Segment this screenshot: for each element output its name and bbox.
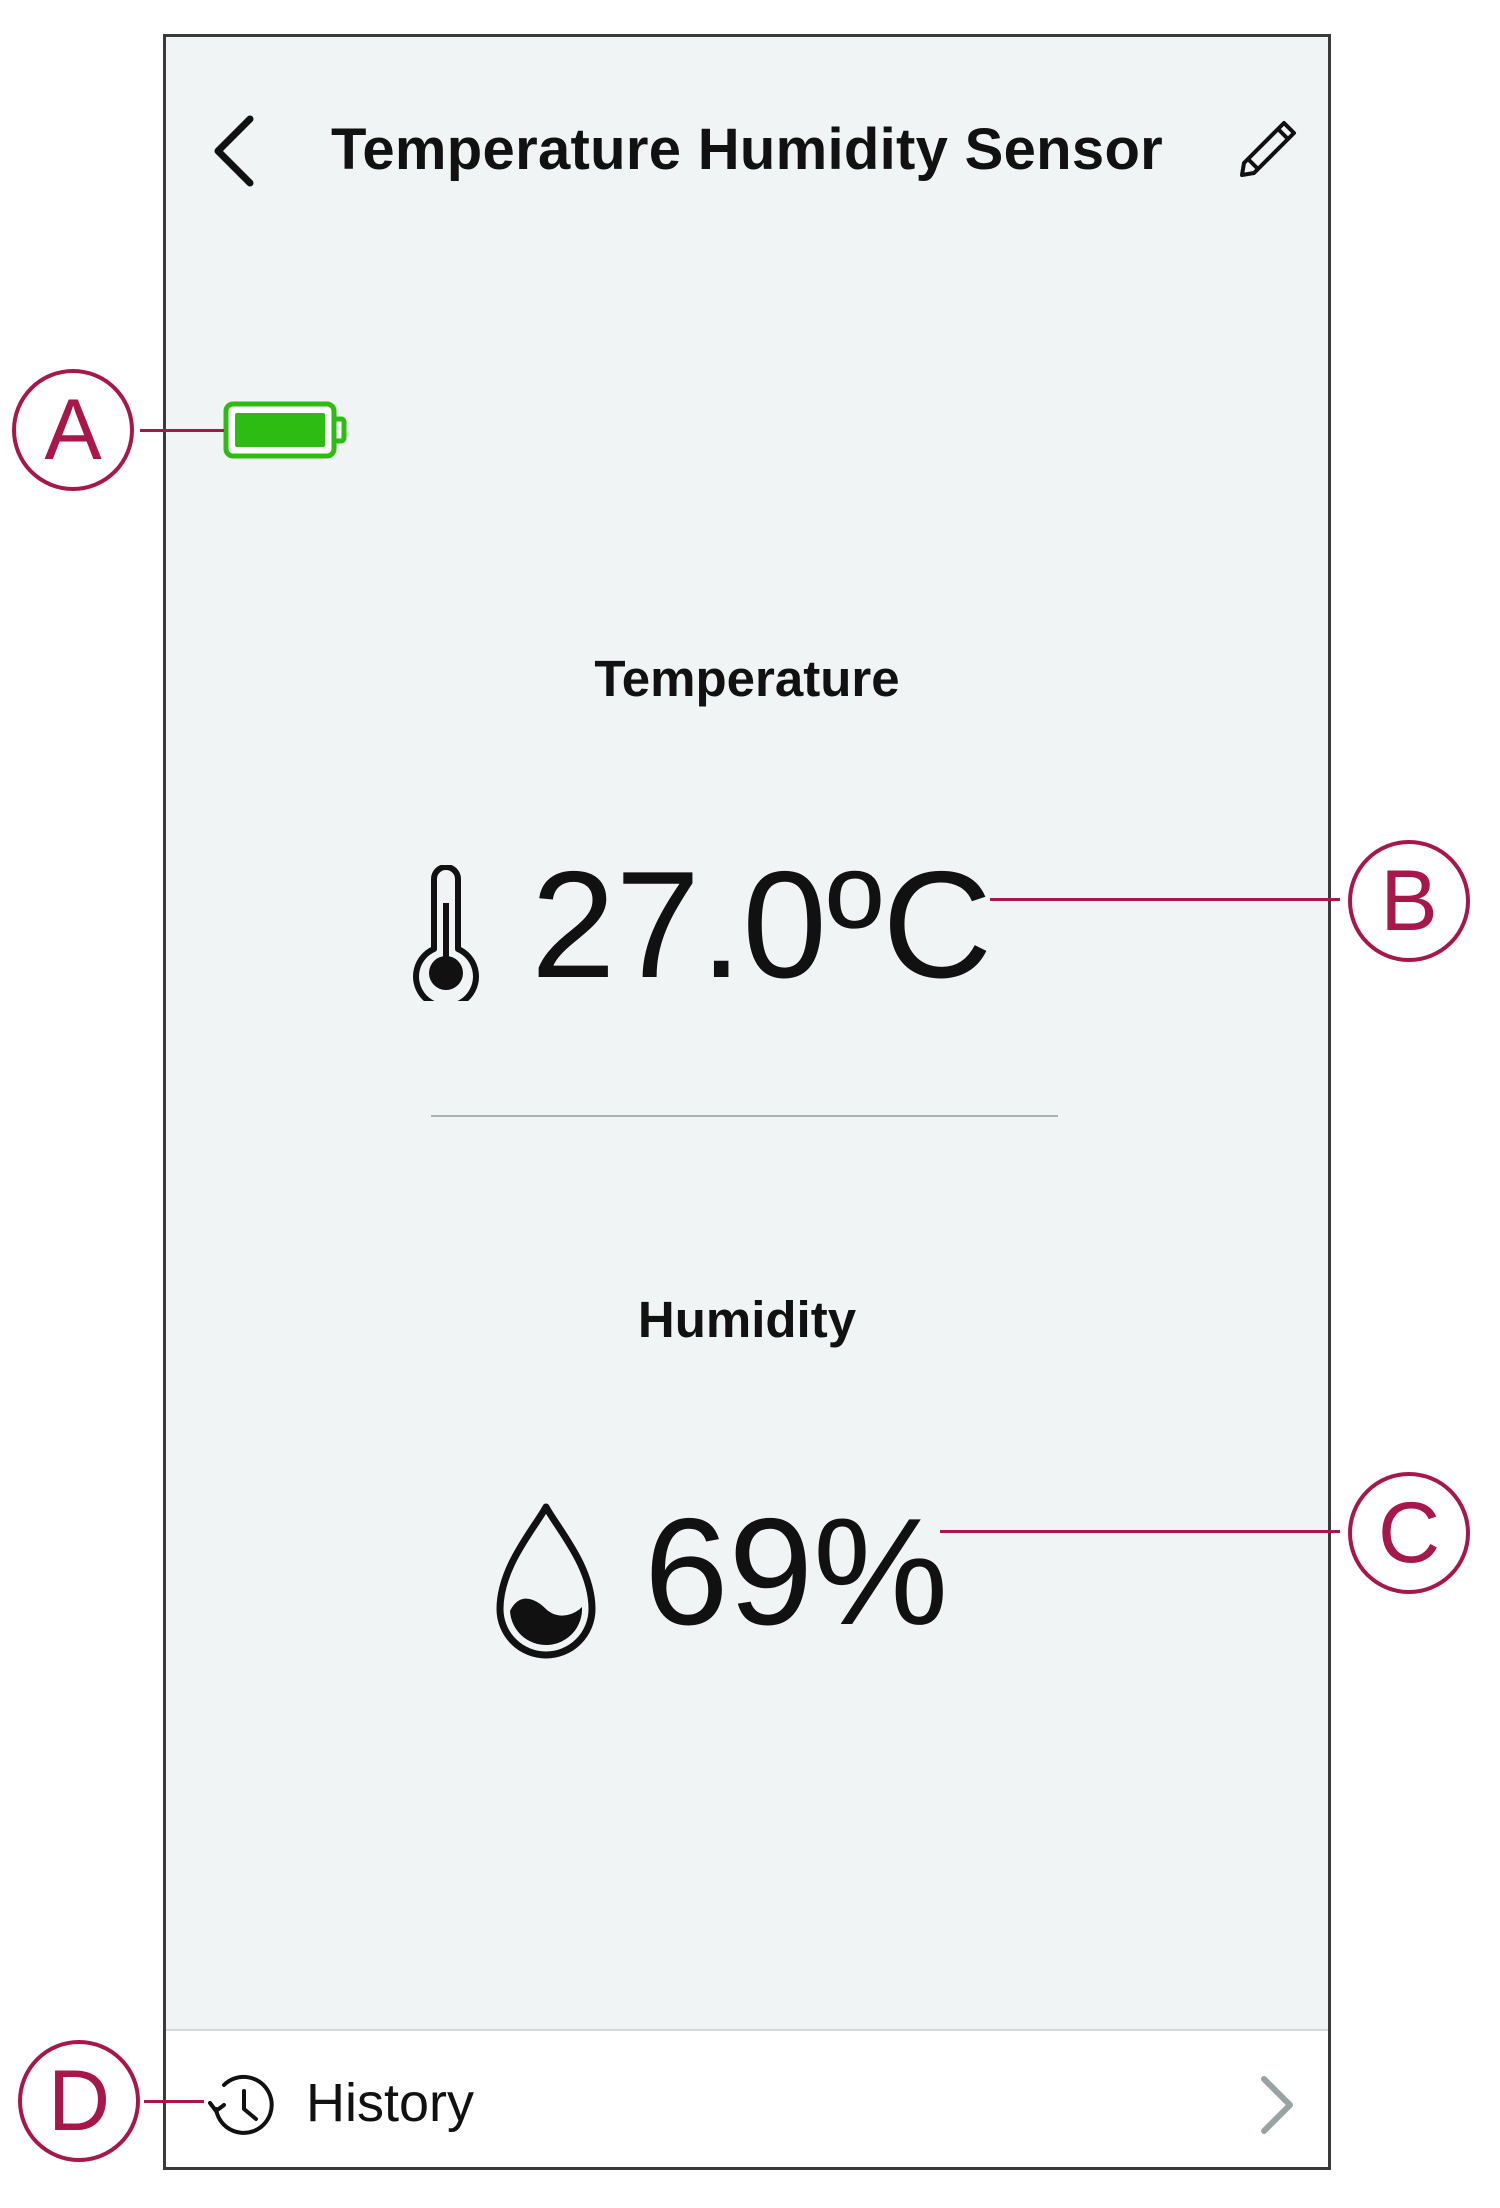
history-row[interactable]: History <box>166 2029 1328 2167</box>
battery-icon <box>223 401 347 459</box>
temperature-label: Temperature <box>594 650 900 707</box>
humidity-value: 69% <box>644 1487 949 1657</box>
callout-a-line <box>140 429 224 432</box>
history-label: History <box>306 2073 475 2133</box>
chevron-right-icon <box>1261 2076 1293 2134</box>
thermometer-icon <box>413 865 479 1001</box>
pencil-icon <box>1240 121 1296 177</box>
callout-a: A <box>12 369 134 491</box>
water-drop-icon <box>496 1503 596 1659</box>
battery-level-fill <box>235 413 325 447</box>
page-title: Temperature Humidity Sensor <box>330 117 1164 182</box>
edit-button[interactable] <box>1234 109 1304 179</box>
callout-b-line <box>990 898 1340 901</box>
device-screen: Temperature Humidity Sensor Temperature … <box>163 34 1331 2170</box>
humidity-label: Humidity <box>637 1291 857 1348</box>
callout-d-line <box>144 2100 204 2103</box>
section-divider <box>431 1115 1058 1117</box>
temperature-value: 27.0ºC <box>531 840 993 1010</box>
history-clock-icon <box>208 2074 274 2135</box>
callout-c: C <box>1348 1472 1470 1594</box>
callout-d: D <box>18 2040 140 2162</box>
callout-b: B <box>1348 840 1470 962</box>
callout-c-line <box>940 1530 1340 1533</box>
